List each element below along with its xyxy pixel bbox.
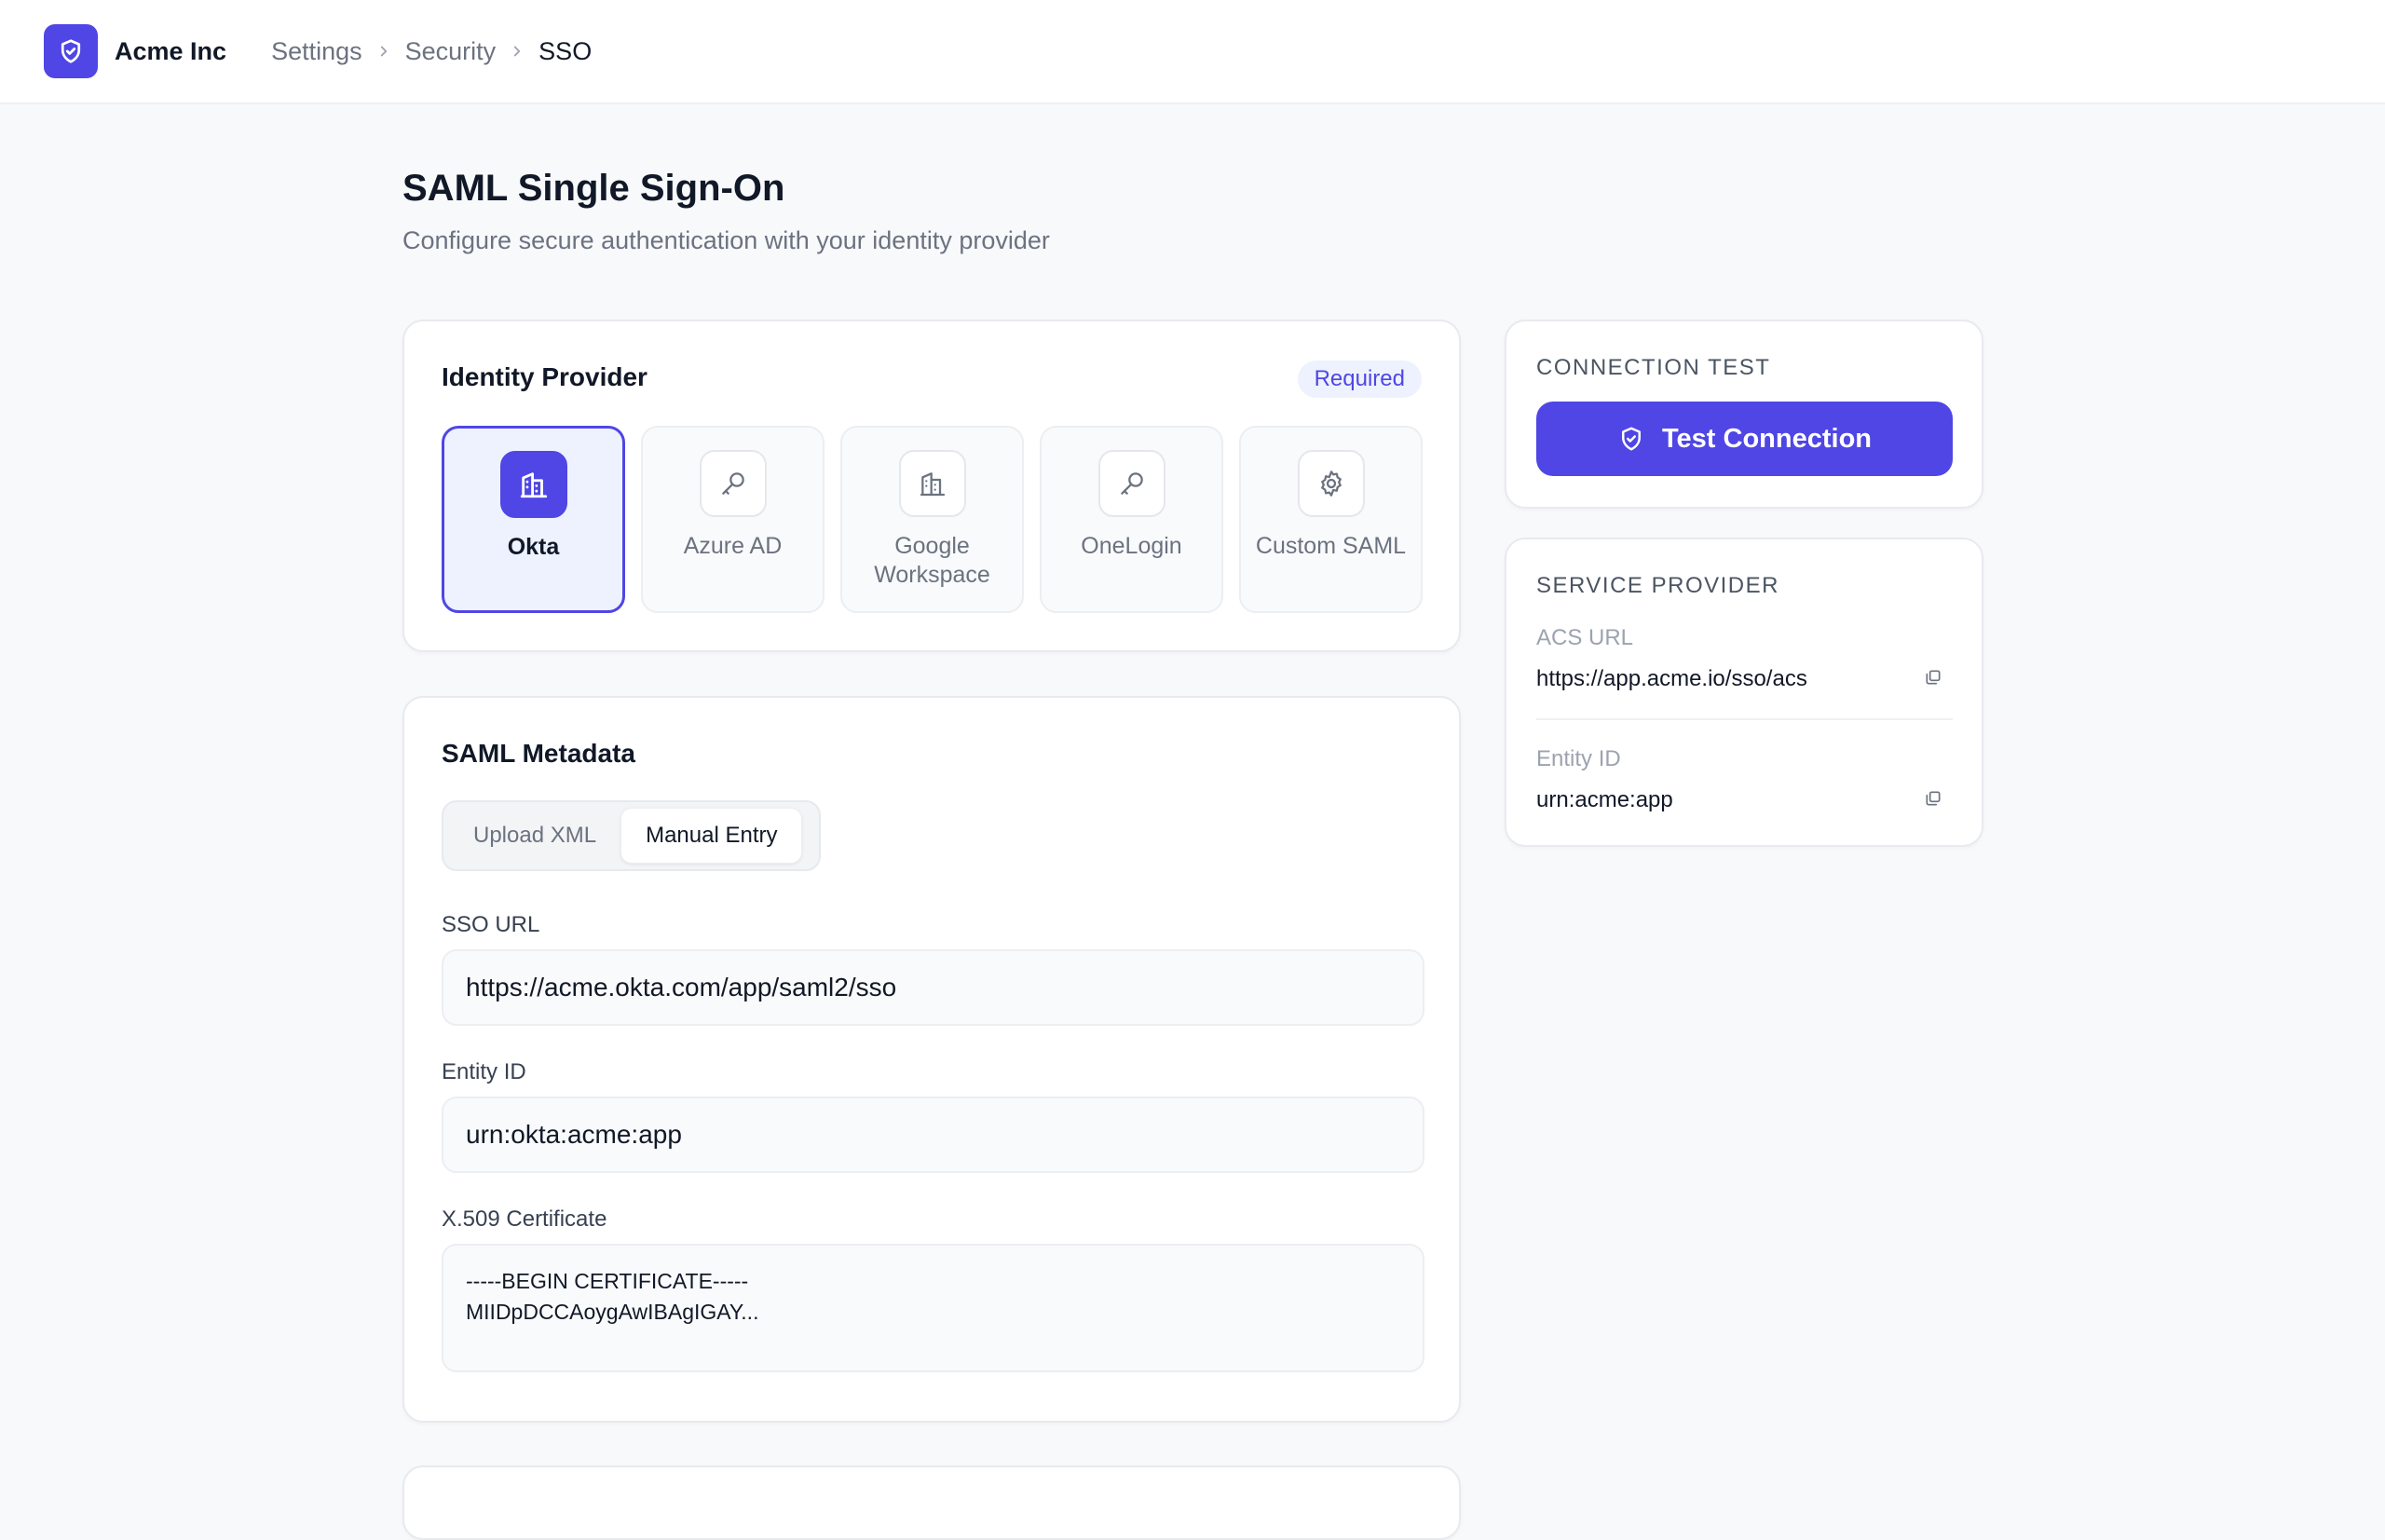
saml-metadata-card: SAML Metadata Upload XML Manual Entry SS…: [402, 696, 1461, 1423]
certificate-label: X.509 Certificate: [442, 1206, 607, 1232]
brand-name: Acme Inc: [115, 36, 227, 65]
breadcrumb-settings[interactable]: Settings: [271, 37, 362, 66]
idp-label: Okta: [507, 534, 560, 560]
building-icon: [499, 451, 567, 518]
entity-id-label: Entity ID: [1536, 746, 1621, 771]
sso-url-label: SSO URL: [442, 912, 540, 937]
shield-check-icon: [1617, 425, 1645, 453]
connection-test-card: CONNECTION TEST Test Connection: [1505, 320, 1983, 509]
saml-metadata-title: SAML Metadata: [442, 739, 635, 768]
next-card: [402, 1465, 1461, 1540]
test-connection-label: Test Connection: [1661, 423, 1873, 454]
test-connection-button[interactable]: Test Connection: [1536, 402, 1953, 476]
idp-options: Okta Azure AD Google Workspace OneLogin …: [442, 426, 1423, 613]
idp-option-custom-saml[interactable]: Custom SAML: [1239, 426, 1423, 613]
shield-logo-icon[interactable]: [44, 24, 98, 78]
building-icon: [898, 450, 966, 517]
page-title: SAML Single Sign-On: [402, 168, 785, 209]
tab-upload-xml[interactable]: Upload XML: [449, 808, 620, 864]
idp-label: OneLogin: [1081, 533, 1182, 559]
key-icon: [699, 450, 767, 517]
required-badge: Required: [1297, 361, 1422, 398]
copy-icon[interactable]: [1922, 666, 1944, 688]
certificate-textarea[interactable]: -----BEGIN CERTIFICATE----- MIIDpDCCAoyg…: [442, 1244, 1424, 1372]
breadcrumb-sso: SSO: [538, 36, 593, 65]
entity-id-value: urn:acme:app: [1536, 787, 1673, 812]
certificate-line: -----BEGIN CERTIFICATE-----: [466, 1269, 749, 1293]
idp-option-azure-ad[interactable]: Azure AD: [641, 426, 825, 613]
gear-icon: [1297, 450, 1365, 517]
sso-url-input[interactable]: https://acme.okta.com/app/saml2/sso: [442, 949, 1424, 1026]
entity-id-label: Entity ID: [442, 1059, 526, 1084]
identity-provider-card: Identity Provider Required Okta Azure AD: [402, 320, 1461, 652]
tab-manual-entry[interactable]: Manual Entry: [620, 808, 803, 864]
service-provider-title: SERVICE PROVIDER: [1536, 573, 1779, 598]
breadcrumb: Settings Security SSO: [271, 37, 592, 66]
idp-label: Azure AD: [683, 533, 783, 559]
idp-label: Google Workspace: [874, 533, 990, 588]
chevron-right-icon: [375, 43, 392, 60]
entity-id-input[interactable]: urn:okta:acme:app: [442, 1097, 1424, 1173]
metadata-mode-toggle: Upload XML Manual Entry: [442, 800, 821, 871]
chevron-right-icon: [509, 43, 525, 60]
top-bar: Acme Inc Settings Security SSO: [0, 0, 2385, 104]
certificate-line: MIIDpDCCAoygAwIBAgIGAY...: [466, 1300, 759, 1324]
idp-option-okta[interactable]: Okta: [442, 426, 625, 613]
idp-option-onelogin[interactable]: OneLogin: [1040, 426, 1223, 613]
acs-url-value: https://app.acme.io/sso/acs: [1536, 666, 1807, 691]
key-icon: [1097, 450, 1165, 517]
idp-option-google-workspace[interactable]: Google Workspace: [840, 426, 1024, 613]
page-subtitle: Configure secure authentication with you…: [402, 226, 1050, 254]
idp-label: Custom SAML: [1255, 533, 1407, 559]
divider: [1536, 718, 1953, 720]
identity-provider-title: Identity Provider: [442, 362, 647, 391]
breadcrumb-security[interactable]: Security: [405, 37, 497, 66]
service-provider-card: SERVICE PROVIDER ACS URL https://app.acm…: [1505, 538, 1983, 847]
connection-test-title: CONNECTION TEST: [1536, 355, 1771, 380]
acs-url-label: ACS URL: [1536, 625, 1634, 650]
copy-icon[interactable]: [1922, 787, 1944, 810]
